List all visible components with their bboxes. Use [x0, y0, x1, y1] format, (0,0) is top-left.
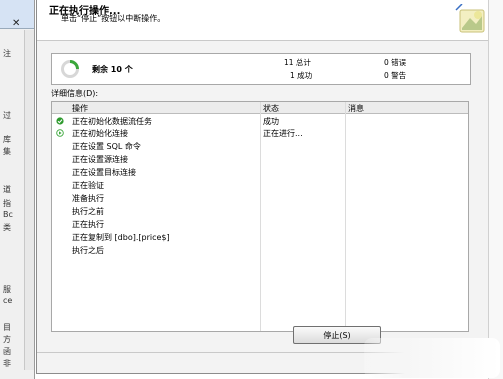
right-scrollbar[interactable]: [488, 0, 503, 379]
details-label: 详细信息(D):: [51, 89, 99, 98]
column-header-action[interactable]: 操作: [72, 103, 88, 114]
table-row[interactable]: 正在初始化连接 正在进行...: [52, 127, 468, 139]
summary-panel: 剩余 10 个 11 总计 1 成功 0 错误 0 警告: [51, 53, 471, 85]
table-row[interactable]: 正在验证: [52, 179, 468, 191]
background-scrollbar[interactable]: [24, 30, 34, 370]
background-text: 方: [3, 335, 11, 344]
column-header-status[interactable]: 状态: [263, 103, 279, 114]
remaining-count: 剩余 10 个: [92, 65, 133, 74]
table-row[interactable]: 正在复制到 [dbo].[price$]: [52, 231, 468, 243]
total-count: 11 总计: [284, 58, 311, 67]
background-text: 非: [3, 359, 11, 368]
row-action: 执行之后: [72, 246, 104, 255]
row-action: 正在设置 SQL 命令: [72, 142, 141, 151]
table-row[interactable]: 执行之后: [52, 244, 468, 256]
table-row[interactable]: 准备执行: [52, 192, 468, 204]
success-count: 1 成功: [290, 71, 313, 80]
background-text: 类: [3, 223, 11, 232]
table-row[interactable]: 正在设置 SQL 命令: [52, 140, 468, 152]
in-progress-icon: [56, 129, 64, 137]
row-action: 正在初始化连接: [72, 129, 128, 138]
error-count: 0 错误: [384, 58, 407, 67]
table-row[interactable]: 正在执行: [52, 218, 468, 230]
row-action: 正在初始化数据流任务: [72, 117, 152, 126]
row-action: 正在验证: [72, 181, 104, 190]
column-header-message[interactable]: 消息: [348, 103, 364, 114]
row-action: 执行之前: [72, 207, 104, 216]
warning-count: 0 警告: [384, 71, 407, 80]
row-action: 准备执行: [72, 194, 104, 203]
dialog-header: 正在执行操作... 单击“停止”按钮以中断操作。: [37, 0, 496, 41]
details-table: 操作 状态 消息 正在初始化数据流任务 成功 正在初始化连接 正在进行... 正…: [51, 101, 469, 332]
background-text: 函: [3, 347, 11, 356]
background-text: 道: [3, 185, 11, 194]
background-text: 集: [3, 147, 11, 156]
background-text: 库: [3, 135, 11, 144]
background-text: 过: [3, 111, 11, 120]
background-text: 注: [3, 49, 11, 58]
row-action: 正在执行: [72, 220, 104, 229]
background-text: 指: [3, 199, 11, 208]
wizard-graphic-icon: [455, 4, 485, 33]
progress-dialog: 正在执行操作... 单击“停止”按钮以中断操作。 剩余 10 个 11 总计 1…: [36, 0, 497, 374]
dialog-subtitle: 单击“停止”按钮以中断操作。: [61, 14, 166, 23]
table-row[interactable]: 正在设置目标连接: [52, 166, 468, 178]
background-text: 目: [3, 323, 11, 332]
blurred-area: [364, 338, 500, 378]
row-action: 正在复制到 [dbo].[price$]: [72, 233, 170, 242]
table-row[interactable]: 执行之前: [52, 205, 468, 217]
table-row[interactable]: 正在初始化数据流任务 成功: [52, 115, 468, 127]
background-text: 服: [3, 285, 11, 294]
row-action: 正在设置目标连接: [72, 168, 136, 177]
success-icon: [56, 117, 64, 125]
spinner-icon: [61, 60, 79, 78]
row-status: 成功: [263, 117, 279, 126]
row-action: 正在设置源连接: [72, 155, 128, 164]
background-text: ce: [3, 296, 13, 305]
row-status: 正在进行...: [263, 129, 303, 138]
background-text: Bc: [3, 210, 13, 219]
background-app-panel: ✕ 注 过 库 集 道 指 Bc 类 服 ce 目 方 函 非: [0, 0, 35, 379]
close-icon[interactable]: ✕: [12, 18, 20, 29]
table-row[interactable]: 正在设置源连接: [52, 153, 468, 165]
